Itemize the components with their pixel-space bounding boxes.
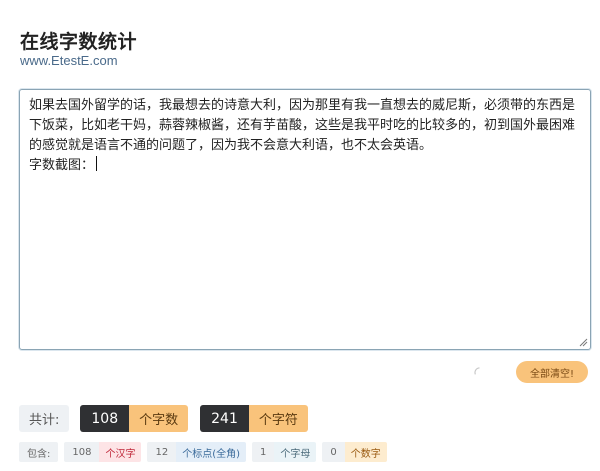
- digit-count-chip: 0 个数字: [322, 442, 387, 462]
- letter-count-value: 1: [252, 442, 275, 462]
- text-caret: [96, 156, 98, 171]
- text-content: 如果去国外留学的话，我最想去的诗意大利，因为那里有我一直想去的威尼斯，必须带的东…: [29, 98, 576, 153]
- text-input-area[interactable]: 如果去国外留学的话，我最想去的诗意大利，因为那里有我一直想去的威尼斯，必须带的东…: [19, 89, 591, 350]
- char-count-badge: 108 个字数: [80, 405, 189, 432]
- totals-label: 共计:: [19, 405, 70, 432]
- hanzi-count-chip: 108 个汉字: [64, 442, 142, 462]
- char-count-unit: 个字数: [129, 405, 189, 432]
- letter-count-unit: 个字母: [274, 442, 317, 462]
- hanzi-count-unit: 个汉字: [99, 442, 142, 462]
- loading-spinner-icon: [474, 367, 480, 375]
- hanzi-count-value: 108: [64, 442, 100, 462]
- punctuation-count-chip: 12 个标点(全角): [147, 442, 247, 462]
- punctuation-count-value: 12: [147, 442, 177, 462]
- page-title: 在线字数统计: [20, 31, 138, 53]
- site-url: www.EtestE.com: [20, 53, 118, 68]
- detail-breakdown: 包含: 108 个汉字 12 个标点(全角) 1 个字母 0 个数字: [19, 442, 387, 462]
- letter-count-chip: 1 个字母: [252, 442, 317, 462]
- digit-count-unit: 个数字: [344, 442, 387, 462]
- resize-grip-icon[interactable]: [579, 338, 588, 347]
- detail-label: 包含:: [19, 442, 59, 462]
- symbol-count-badge: 241 个字符: [200, 405, 308, 432]
- clear-all-button[interactable]: 全部清空!: [516, 361, 588, 383]
- symbol-count-unit: 个字符: [248, 405, 308, 432]
- digit-count-value: 0: [322, 442, 345, 462]
- symbol-count-value: 241: [200, 405, 249, 432]
- totals-bar: 共计: 108 个字数 241 个字符: [19, 405, 320, 432]
- char-count-value: 108: [80, 405, 130, 432]
- punctuation-count-unit: 个标点(全角): [176, 442, 247, 462]
- text-content-line2: 字数截图：: [29, 156, 581, 176]
